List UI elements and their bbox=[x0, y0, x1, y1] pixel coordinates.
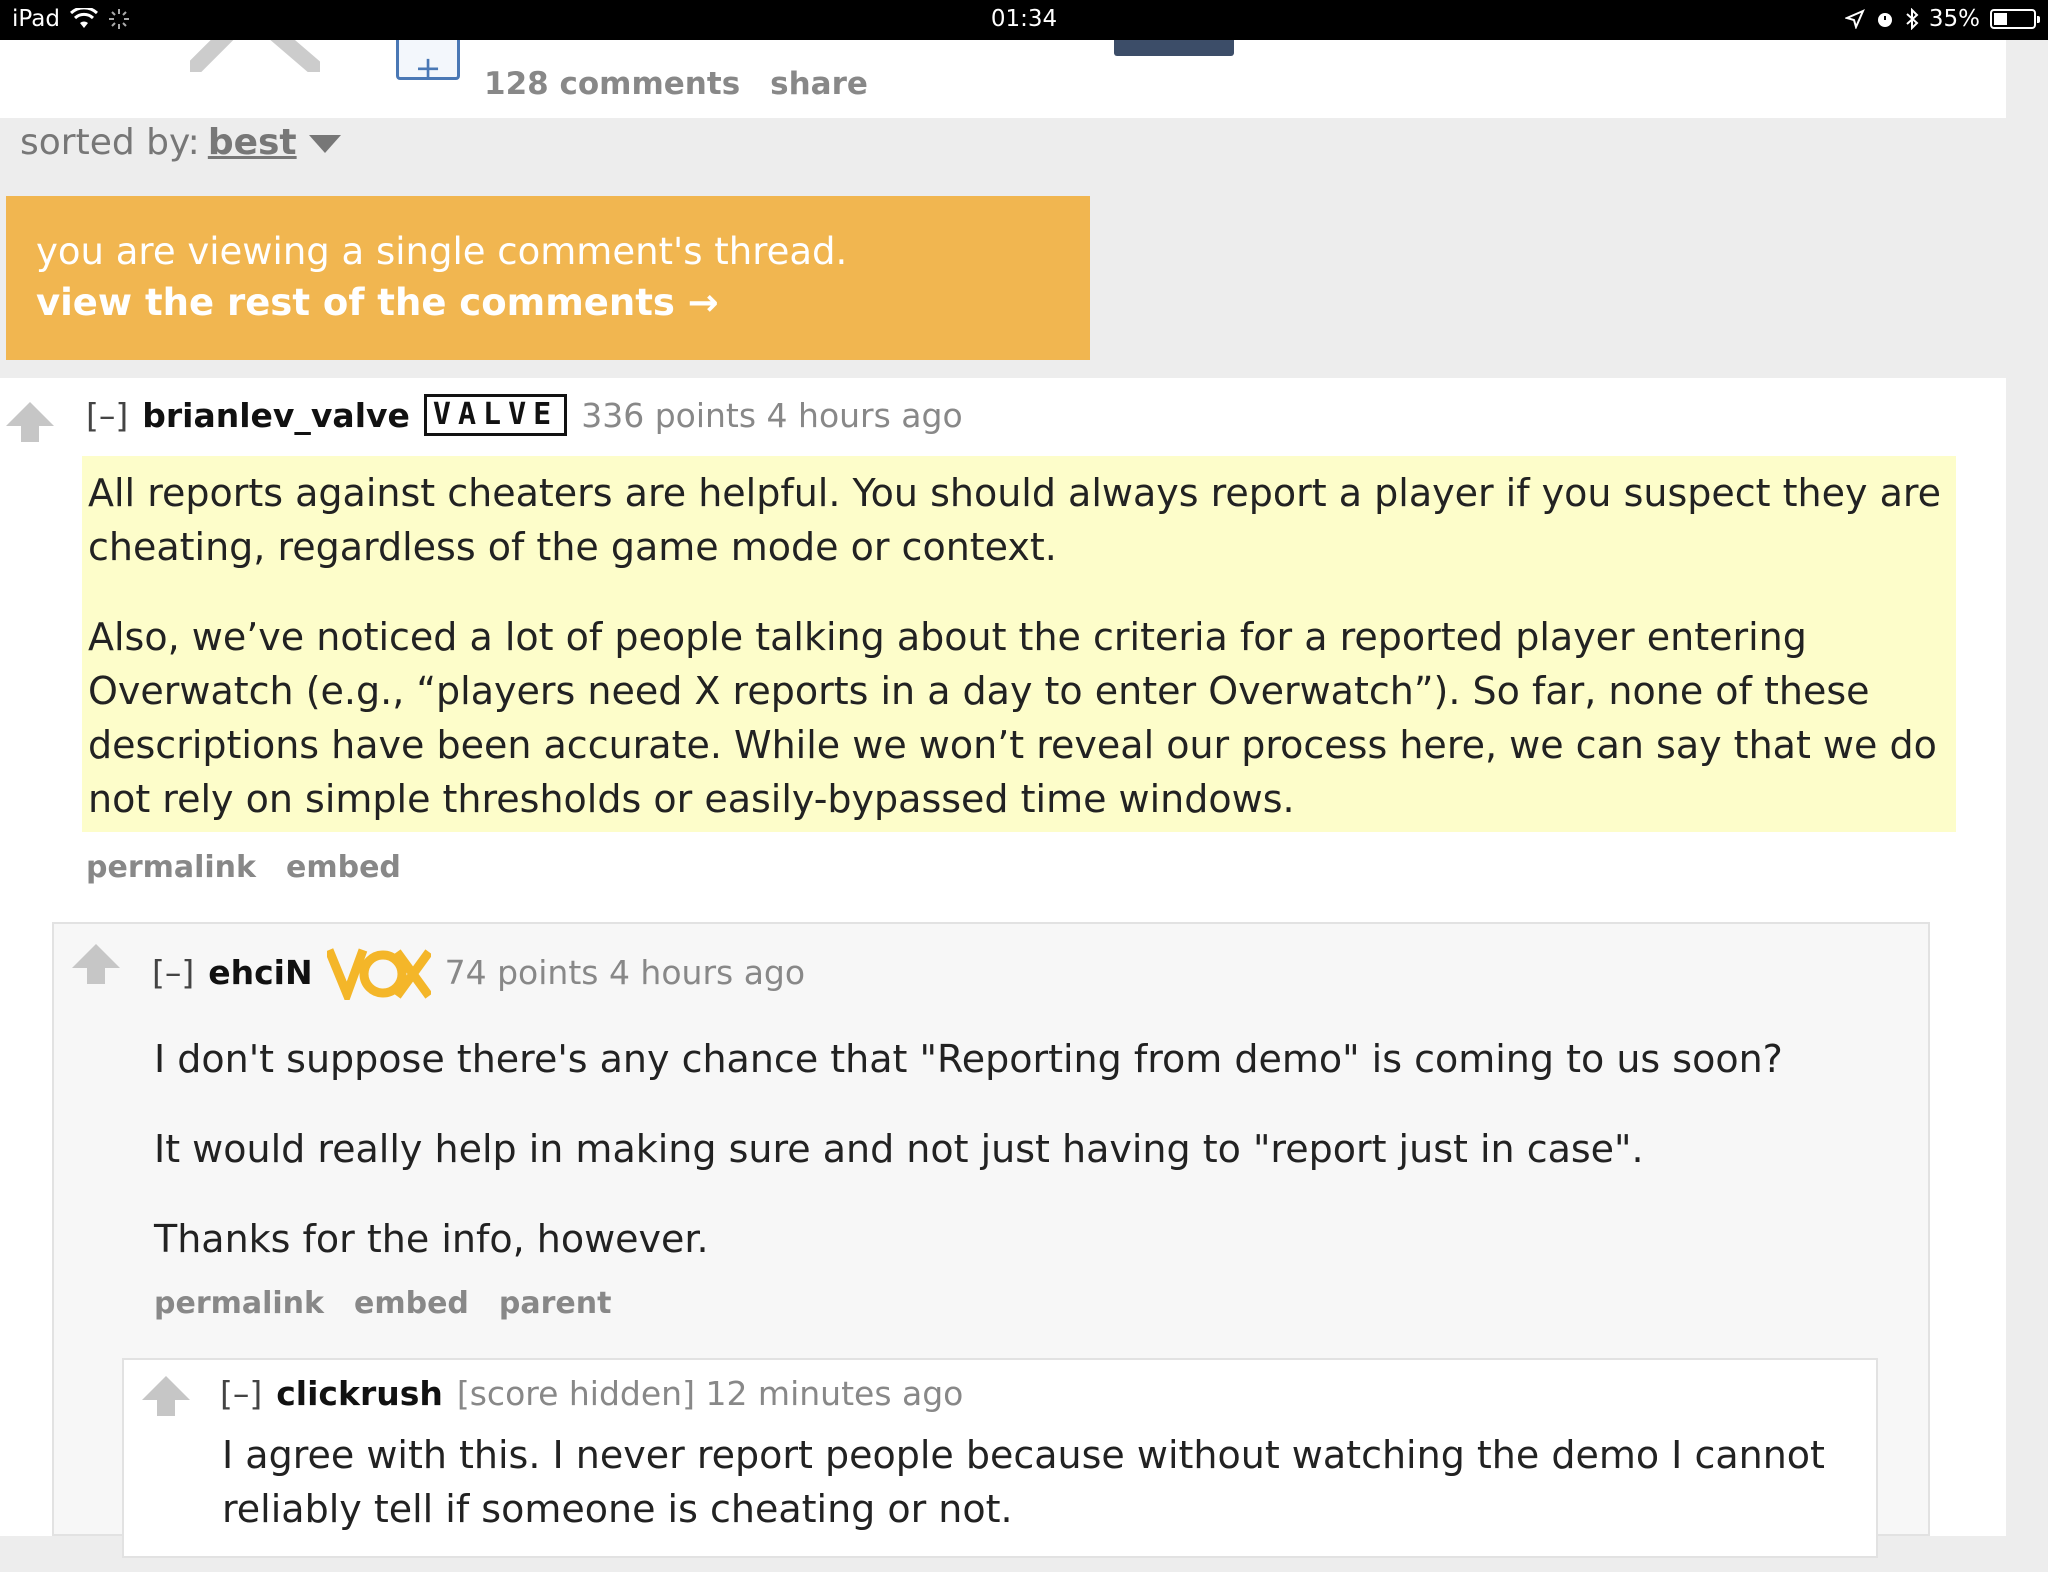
comment-paragraph: All reports against cheaters are helpful… bbox=[88, 471, 1942, 569]
post-thumbnail-add-icon[interactable]: + bbox=[396, 40, 460, 87]
embed-link[interactable]: embed bbox=[354, 1286, 469, 1321]
valve-flair-badge: VALVE bbox=[423, 394, 568, 436]
comment-paragraph: I don't suppose there's any chance that … bbox=[154, 1037, 1783, 1081]
comments-link[interactable]: 128 comments bbox=[484, 66, 740, 102]
comment-paragraph: I agree with this. I never report people… bbox=[222, 1433, 1825, 1531]
permalink-link[interactable]: permalink bbox=[154, 1286, 324, 1321]
single-thread-banner: you are viewing a single comment's threa… bbox=[6, 196, 1090, 360]
child-comment: [–] clickrush [score hidden] 12 minutes … bbox=[122, 1358, 1878, 1558]
vox-flair-icon bbox=[326, 948, 431, 1000]
comment-body: All reports against cheaters are helpful… bbox=[82, 456, 1956, 832]
comment-paragraph: It would really help in making sure and … bbox=[154, 1127, 1644, 1171]
post-vote-arrow-icon[interactable] bbox=[190, 40, 320, 72]
location-icon bbox=[1844, 9, 1865, 29]
clock: 01:34 bbox=[990, 6, 1058, 32]
comment-tagline: [–] brianlev_valve VALVE 336 points 4 ho… bbox=[86, 394, 963, 436]
sort-value[interactable]: best bbox=[208, 122, 297, 163]
comment-thread: [–] brianlev_valve VALVE 336 points 4 ho… bbox=[0, 378, 2006, 1558]
comment-tagline: [–] clickrush [score hidden] 12 minutes … bbox=[220, 1374, 963, 1413]
child-comment: [–] ehciN 74 points 4 hours ago I don't … bbox=[52, 922, 1930, 1558]
chevron-down-icon[interactable] bbox=[308, 135, 341, 153]
banner-message: you are viewing a single comment's threa… bbox=[36, 230, 848, 273]
comment-author[interactable]: brianlev_valve bbox=[142, 396, 410, 435]
status-bar: iPad 01:34 35% bbox=[0, 0, 2048, 40]
comment-meta: [score hidden] 12 minutes ago bbox=[456, 1374, 964, 1413]
embed-link[interactable]: embed bbox=[286, 850, 401, 885]
comment-actions: permalink embed parent bbox=[154, 1286, 611, 1321]
comment-author[interactable]: ehciN bbox=[208, 953, 312, 992]
comment-body: I don't suppose there's any chance that … bbox=[154, 1032, 1894, 1302]
comment-paragraph: Also, we’ve noticed a lot of people talk… bbox=[88, 615, 1937, 821]
comment-actions: permalink embed bbox=[86, 850, 401, 885]
comment-meta: 74 points 4 hours ago bbox=[444, 952, 806, 992]
comment-meta: 336 points 4 hours ago bbox=[581, 395, 963, 435]
view-all-comments-link[interactable]: view the rest of the comments → bbox=[36, 281, 1090, 324]
parent-link[interactable]: parent bbox=[499, 1286, 612, 1321]
permalink-link[interactable]: permalink bbox=[86, 850, 256, 885]
post-thumbnail[interactable] bbox=[1114, 40, 1234, 56]
alarm-icon bbox=[1877, 13, 1892, 27]
comment-paragraph: Thanks for the info, however. bbox=[154, 1217, 709, 1261]
sort-selector: sorted by: best bbox=[20, 122, 341, 163]
comment-tagline: [–] ehciN 74 points 4 hours ago bbox=[152, 944, 805, 1000]
collapse-toggle[interactable]: [–] bbox=[220, 1374, 262, 1413]
collapse-toggle[interactable]: [–] bbox=[152, 953, 194, 992]
share-link[interactable]: share bbox=[770, 66, 868, 102]
battery-percent: 35% bbox=[1928, 6, 1980, 32]
comment-body: I agree with this. I never report people… bbox=[222, 1428, 1862, 1572]
comment-author[interactable]: clickrush bbox=[276, 1374, 443, 1413]
post-header: + 128 comments share bbox=[0, 40, 2006, 118]
bluetooth-icon bbox=[1906, 8, 1919, 30]
battery-icon bbox=[1990, 9, 2040, 29]
collapse-toggle[interactable]: [–] bbox=[86, 396, 128, 435]
sort-label: sorted by: bbox=[20, 122, 200, 163]
